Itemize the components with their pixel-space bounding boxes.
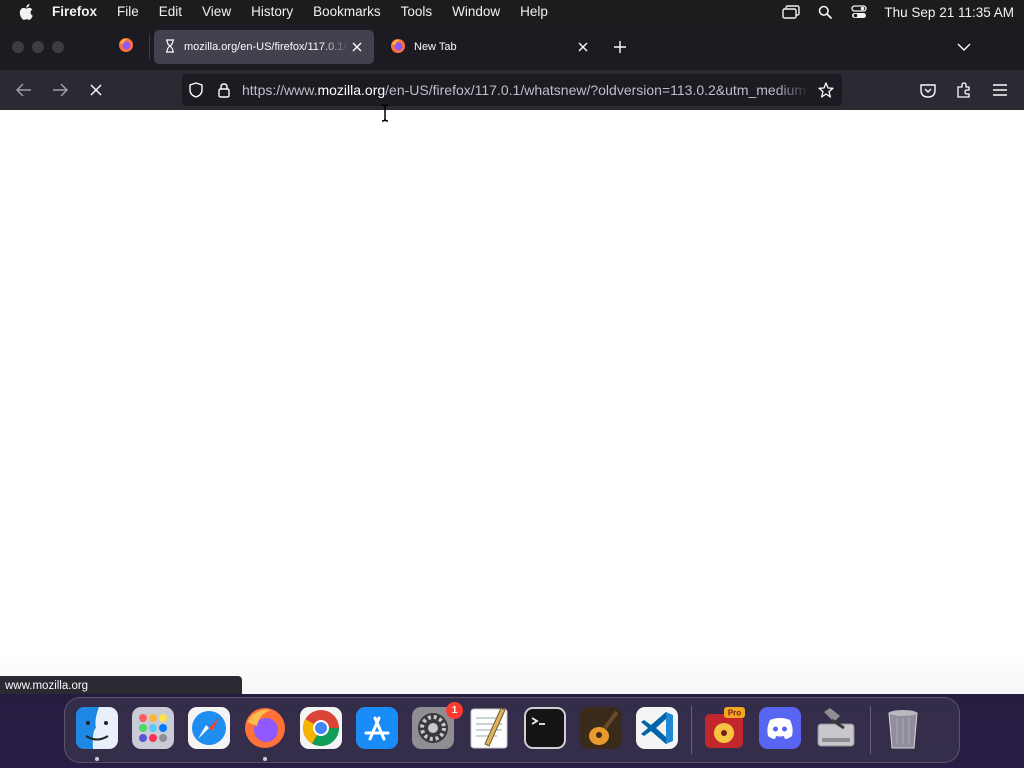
menu-history[interactable]: History — [241, 0, 303, 24]
firefox-icon — [243, 706, 287, 755]
url-text[interactable]: https://www.mozilla.org/en-US/firefox/11… — [238, 82, 810, 98]
trash-icon — [881, 706, 925, 755]
chrome-icon — [299, 706, 343, 755]
tab-title: New Tab — [414, 41, 457, 53]
firefox-window: mozilla.org/en-US/firefox/117.0.1/whatsn… — [0, 24, 1024, 694]
dock-garageband[interactable] — [577, 706, 625, 754]
dock-system-settings[interactable]: 1 — [409, 702, 463, 754]
finder-icon — [75, 706, 119, 755]
menu-bar-clock[interactable]: Thu Sep 21 11:35 AM — [876, 5, 1014, 20]
url-path: /en-US/firefox/117.0.1/whatsnew/?oldvers… — [385, 82, 810, 98]
pinned-tab[interactable] — [104, 31, 148, 63]
dock-separator — [870, 706, 871, 754]
address-bar[interactable]: https://www.mozilla.org/en-US/firefox/11… — [182, 74, 842, 106]
dock-discord[interactable] — [756, 706, 804, 754]
dock-launchpad[interactable] — [129, 706, 177, 754]
dock: 1 Pro — [64, 697, 960, 763]
window-controls — [0, 41, 100, 53]
tracking-protection-shield-icon[interactable] — [182, 76, 210, 104]
minimize-window-button[interactable] — [32, 41, 44, 53]
new-tab-button[interactable] — [608, 35, 632, 59]
discord-icon — [758, 706, 802, 755]
forward-arrow-icon[interactable] — [46, 76, 74, 104]
dock-textedit[interactable] — [465, 706, 513, 754]
tab-title: mozilla.org/en-US/firefox/117.0.1/whatsn… — [184, 41, 348, 53]
dock-firefox[interactable] — [241, 706, 289, 761]
apple-menu-icon[interactable] — [0, 4, 52, 20]
terminal-icon — [523, 706, 567, 755]
screen-mirroring-icon[interactable] — [774, 5, 808, 19]
tab-divider — [149, 34, 150, 60]
page-content[interactable] — [0, 110, 1024, 694]
launchpad-icon — [131, 706, 175, 755]
back-arrow-icon[interactable] — [10, 76, 38, 104]
close-window-button[interactable] — [12, 41, 24, 53]
menu-help[interactable]: Help — [510, 0, 558, 24]
close-tab-icon[interactable] — [574, 38, 592, 56]
menu-app-firefox[interactable]: Firefox — [52, 0, 107, 24]
dock-safari[interactable] — [185, 706, 233, 754]
dock-separator — [691, 706, 692, 754]
loading-hourglass-icon — [164, 38, 176, 56]
svg-text:Pro: Pro — [728, 708, 741, 717]
extensions-puzzle-icon[interactable] — [950, 76, 978, 104]
dock-chrome[interactable] — [297, 706, 345, 754]
dock-trash[interactable] — [879, 706, 927, 754]
app-store-icon — [355, 706, 399, 755]
lock-icon[interactable] — [210, 76, 238, 104]
tab-strip: mozilla.org/en-US/firefox/117.0.1/whatsn… — [0, 24, 1024, 70]
spotlight-search-icon[interactable] — [808, 5, 842, 19]
dock-vscode[interactable] — [633, 706, 681, 754]
menu-edit[interactable]: Edit — [149, 0, 192, 24]
tab-mozilla-whatsnew[interactable]: mozilla.org/en-US/firefox/117.0.1/whatsn… — [154, 30, 374, 64]
menu-tools[interactable]: Tools — [391, 0, 443, 24]
menu-bar: Firefox File Edit View History Bookmarks… — [0, 0, 1024, 24]
zoom-window-button[interactable] — [52, 41, 64, 53]
menu-view[interactable]: View — [192, 0, 241, 24]
pocket-icon[interactable] — [914, 76, 942, 104]
movie-pro-icon: Pro — [702, 706, 746, 755]
navigation-toolbar: https://www.mozilla.org/en-US/firefox/11… — [0, 70, 1024, 110]
stop-loading-icon[interactable] — [82, 76, 110, 104]
running-indicator — [263, 757, 267, 761]
desktop: Firefox File Edit View History Bookmarks… — [0, 0, 1024, 768]
garageband-icon — [579, 706, 623, 755]
dock-movie-pro[interactable]: Pro — [700, 706, 748, 754]
close-tab-icon[interactable] — [348, 38, 366, 56]
textedit-icon — [467, 706, 511, 755]
status-link-preview: www.mozilla.org — [0, 676, 242, 694]
url-prefix: https://www. — [242, 82, 318, 98]
control-center-icon[interactable] — [842, 5, 876, 19]
menu-file[interactable]: File — [107, 0, 149, 24]
list-all-tabs-chevron-down-icon[interactable] — [952, 35, 976, 59]
tab-new-tab[interactable]: New Tab — [380, 30, 600, 64]
hamburger-menu-icon[interactable] — [986, 76, 1014, 104]
menu-bookmarks[interactable]: Bookmarks — [303, 0, 391, 24]
firefox-icon — [118, 37, 134, 58]
text-cursor-icon — [380, 104, 390, 127]
menu-window[interactable]: Window — [442, 0, 510, 24]
safari-icon — [187, 706, 231, 755]
vscode-icon — [635, 706, 679, 755]
dock-finder[interactable] — [73, 706, 121, 761]
running-indicator — [95, 757, 99, 761]
url-host: mozilla.org — [317, 82, 386, 98]
disk-utility-icon — [814, 706, 858, 755]
bookmark-star-icon[interactable] — [810, 76, 842, 104]
notification-badge: 1 — [446, 702, 463, 719]
dock-app-store[interactable] — [353, 706, 401, 754]
dock-terminal[interactable] — [521, 706, 569, 754]
firefox-icon — [390, 38, 406, 57]
dock-disk-utility[interactable] — [812, 706, 860, 754]
